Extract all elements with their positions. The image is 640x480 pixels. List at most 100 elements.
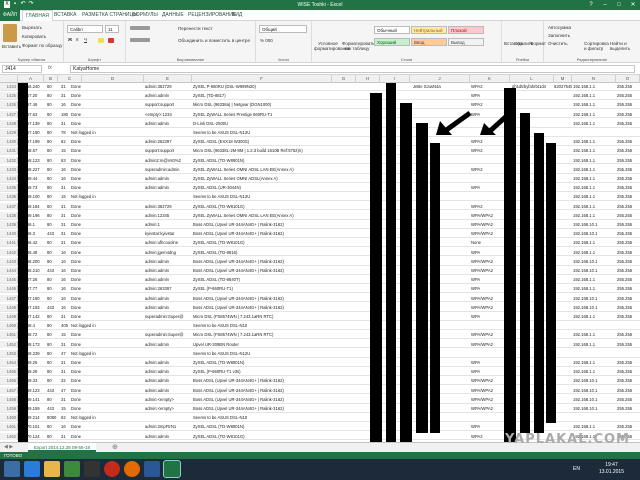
cell[interactable]: 80 [46,175,58,182]
language-indicator[interactable]: EN [573,466,580,472]
cell[interactable]: support:support [144,147,192,154]
cell[interactable]: superadmin:admin [144,166,192,173]
cell[interactable]: Done [70,111,140,118]
cell[interactable]: 443 [46,405,58,412]
cell[interactable]: 255.255 [616,101,640,108]
table-row[interactable]: 1455 1.169.28 80 31 Done admin:admin ZyXEL (P-… [0,368,640,376]
number-format-select[interactable]: Общий [259,25,307,33]
cell[interactable]: admin:jgem4dng [144,249,192,256]
cell[interactable]: Seems to be ASUS DSL-N12U [192,129,332,136]
cell[interactable]: 15 [60,193,68,200]
cell[interactable]: ZyXEL ADSL (TD-W8101G) [192,239,332,246]
row-number[interactable]: 1462 [0,432,18,440]
cell[interactable]: 255.255 [616,295,640,302]
table-row[interactable]: 1459 1.169.159 443 15 Done admin:<empty> Boss … [0,405,640,413]
cell[interactable]: 80 [46,83,58,90]
cell[interactable]: 62 [60,138,68,145]
cell[interactable]: 192.168.1.1 [572,193,616,200]
cell[interactable]: 255.255 [616,111,640,118]
cell[interactable]: 255.255 [616,405,640,412]
cell[interactable]: 192.168.10.1 [572,304,616,311]
cell[interactable]: Done [70,341,140,348]
table-row[interactable]: 1460 1.169.214 8080 62 Not logged in Seems to… [0,414,640,422]
cell[interactable]: 31 [60,313,68,320]
cell[interactable]: 192.168.10.1 [572,387,616,394]
cell[interactable]: 255.255 [616,92,640,99]
cell[interactable]: ZyXEL ZyWALL Series OMNI ADSL LAN EE(Ann… [192,212,332,219]
row-number[interactable]: 1446 [0,285,18,293]
cell[interactable]: 255.255 [616,212,640,219]
table-row[interactable]: 1426 1.157.46 80 16 Done support:support Micro… [0,101,640,110]
cell[interactable]: 192.168.1.1 [572,359,616,366]
cell[interactable]: 192.168.1.1 [572,313,616,320]
tab-view[interactable]: ВИД [232,12,242,18]
cell[interactable]: kyivstar:kyivstar [144,230,192,237]
cell[interactable]: Done [70,396,140,403]
style-output[interactable]: Вывод [448,38,484,46]
cell[interactable]: 15 [60,405,68,412]
cell[interactable]: admin:263397 [144,285,192,292]
cell[interactable]: D-Link DSL-2500U [192,120,332,127]
cell[interactable]: Boss ADSL (Upvel UR-344AN4G+ | Ralink-31… [192,304,332,311]
row-number[interactable]: 1434 [0,175,18,182]
column-header[interactable]: J [410,75,470,83]
wrap-text-button[interactable]: Перенести текст [178,26,213,31]
cell[interactable]: 192.168.10.1 [572,377,616,384]
add-sheet-icon[interactable]: ⊕ [112,443,118,451]
cell[interactable]: 255.255 [616,221,640,228]
cell[interactable]: admin:admin [144,267,192,274]
cell[interactable]: 192.168.10.1 [572,405,616,412]
cell[interactable]: 255.255 [616,193,640,200]
cell[interactable]: Done [70,101,140,108]
column-header[interactable]: A [18,75,44,83]
column-header[interactable]: C [58,75,82,83]
table-row[interactable]: 1448 1.167.193 443 16 Done admin:admin Boss AD… [0,303,640,312]
cell[interactable]: Not logged in [70,193,140,200]
table-row[interactable]: 1453 1.168.239 80 47 Not logged in Seems to b… [0,349,640,358]
cell[interactable]: 80 [46,423,58,430]
cell[interactable]: Done [70,230,140,237]
cell[interactable]: Done [70,92,140,99]
formula-input[interactable]: KatyaHome [70,65,635,73]
cell[interactable]: Boss ADSL (Upvel UR-344AN4G+ | Ralink-31… [192,230,332,237]
minimize-icon[interactable]: – [598,0,612,10]
cell[interactable]: 255.255 [616,203,640,210]
table-row[interactable]: 14391.166.18031Doneadmin:1Boss ADSL (Upv… [0,221,640,229]
cell[interactable]: 16 [60,295,68,302]
cell[interactable]: admin:admin [144,341,192,348]
cell[interactable]: 31 [60,368,68,375]
cell[interactable]: Micro DSL (96338L-2M-8M | 1.2.3 build 16… [192,147,332,154]
opera-icon[interactable] [104,461,120,477]
cell[interactable]: Done [70,304,140,311]
cell[interactable]: admin:262397 [144,138,192,145]
cell[interactable]: admin:ufhcooolne [144,239,192,246]
cell[interactable]: 16 [60,423,68,430]
cell[interactable]: 80 [46,92,58,99]
cell[interactable]: 255.255 [616,304,640,311]
cell[interactable]: 192.168.1.1 [572,276,616,283]
row-number[interactable]: 1450 [0,322,18,330]
cell[interactable]: 47 [60,387,68,394]
cell[interactable]: Done [70,433,140,440]
row-number[interactable]: 1424 [0,83,18,90]
row-number[interactable]: 1447 [0,294,18,302]
table-row[interactable]: 1428 1.157.139 80 31 Done admin:admin D-Link D… [0,119,640,128]
column-header[interactable]: D [82,75,144,83]
cell[interactable]: 80 [46,203,58,210]
cell[interactable]: 31 [60,341,68,348]
spreadsheet-grid[interactable]: 1424 1.156.240 80 31 Done admin:362729 ZyXEL P… [0,83,640,442]
cell[interactable]: 31 [60,203,68,210]
cell[interactable]: superadmin:Super@ [144,331,192,338]
cell[interactable]: 255.255 [616,147,640,154]
cell[interactable]: Not logged in [70,322,140,329]
cell[interactable]: Done [70,331,140,338]
cell[interactable]: 255.255 [616,138,640,145]
cell[interactable]: 16 [60,276,68,283]
cell[interactable]: ZyXEL ADSL (TD-8816) [192,249,332,256]
row-number[interactable]: 1457 [0,386,18,394]
row-number[interactable]: 1426 [0,101,18,109]
cell[interactable]: 62 [60,414,68,421]
cell[interactable]: Seems to be ASUS DSL-N12U [192,193,332,200]
cell[interactable]: Seems to be ASUS DSL-N12U [192,350,332,357]
cell[interactable]: 255.255 [616,230,640,237]
